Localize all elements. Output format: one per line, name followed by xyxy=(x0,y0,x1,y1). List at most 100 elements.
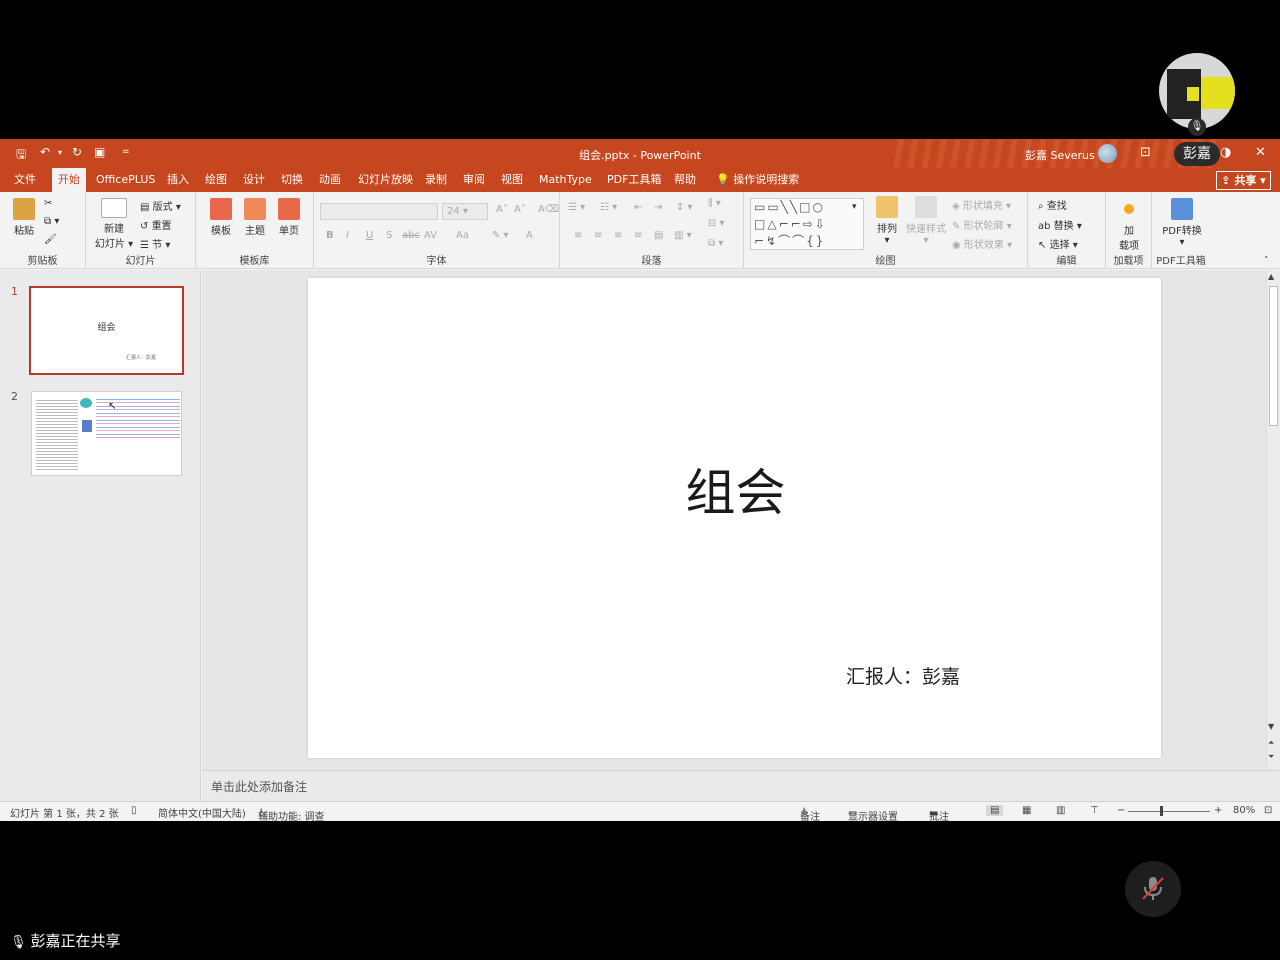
tell-me-search[interactable]: 💡 操作说明搜索 xyxy=(710,168,805,192)
tab-insert[interactable]: 插入 xyxy=(161,168,195,192)
single-page-button[interactable]: 单页 xyxy=(274,198,304,237)
text-direction-icon[interactable]: ⫼ ▾ xyxy=(708,198,721,209)
bold-button[interactable]: B xyxy=(326,230,334,241)
section-button[interactable]: ☰ 节 ▾ xyxy=(140,236,170,251)
distribute-icon[interactable]: ▤ xyxy=(654,230,663,241)
fit-to-window-icon[interactable]: ⊡ xyxy=(1264,805,1272,816)
replace-button[interactable]: ab 替换 ▾ xyxy=(1038,217,1082,232)
cut-icon[interactable]: ✂ xyxy=(44,198,52,209)
next-slide-icon[interactable]: ⏷ xyxy=(1268,752,1274,762)
tab-slideshow[interactable]: 幻灯片放映 xyxy=(352,168,419,192)
format-painter-icon[interactable]: 🖌 xyxy=(44,234,57,245)
theme-button[interactable]: 主题 xyxy=(240,198,270,237)
tab-officeplus[interactable]: OfficePLUS xyxy=(90,168,161,192)
tab-review[interactable]: 审阅 xyxy=(457,168,491,192)
strikethrough-button[interactable]: abc xyxy=(402,230,420,241)
find-button[interactable]: ⌕ 查找 xyxy=(1038,197,1067,212)
slide-thumbnail-1[interactable]: 组会 汇报人：彭嘉 xyxy=(29,286,184,375)
current-slide[interactable]: 组会 汇报人：彭嘉 xyxy=(308,278,1161,758)
char-spacing-button[interactable]: AV xyxy=(424,230,437,241)
align-left-icon[interactable]: ≡ xyxy=(574,230,582,241)
justify-icon[interactable]: ≡ xyxy=(634,230,642,241)
columns-icon[interactable]: ▥ ▾ xyxy=(674,230,692,241)
increase-font-icon[interactable]: A˄ xyxy=(496,204,508,215)
smartart-icon[interactable]: ⧉ ▾ xyxy=(708,238,723,249)
slide-subtitle[interactable]: 汇报人：彭嘉 xyxy=(846,662,960,689)
theme-icon xyxy=(244,198,266,220)
shape-outline-button[interactable]: ✎ 形状轮廓 ▾ xyxy=(952,217,1012,232)
shadow-button[interactable]: S xyxy=(386,230,392,241)
reading-view-icon[interactable]: ▥ xyxy=(1056,805,1065,816)
shapes-gallery[interactable]: ▭▭╲╲□○ □△⌐⌐⇨⇩ ⌐↯⌒⌒{} xyxy=(750,198,864,250)
slide-title[interactable]: 组会 xyxy=(308,453,1163,525)
decrease-indent-icon[interactable]: ⇤ xyxy=(634,202,642,213)
change-case-button[interactable]: Aa xyxy=(456,230,469,241)
vertical-scrollbar[interactable]: ▲ ▼ ⏶ ⏷ xyxy=(1266,270,1280,770)
bullets-icon[interactable]: ☰ ▾ xyxy=(568,202,585,213)
tab-view[interactable]: 视图 xyxy=(495,168,529,192)
line-spacing-icon[interactable]: ↕ ▾ xyxy=(676,202,693,213)
previous-slide-icon[interactable]: ⏶ xyxy=(1268,738,1274,748)
clear-format-icon[interactable]: A⌫ xyxy=(538,204,559,215)
scrollbar-thumb[interactable] xyxy=(1269,286,1278,426)
layout-button[interactable]: ▤ 版式 ▾ xyxy=(140,198,181,213)
quick-styles-button[interactable]: 快速样式 ▾ xyxy=(904,196,948,246)
pdf-convert-button[interactable]: PDF转换 ▾ xyxy=(1156,198,1208,248)
tab-help[interactable]: 帮助 xyxy=(668,168,702,192)
font-name-box[interactable] xyxy=(320,203,438,220)
collapse-ribbon-icon[interactable]: ˄ xyxy=(1264,256,1269,266)
decrease-font-icon[interactable]: A˅ xyxy=(514,204,526,215)
account-avatar[interactable] xyxy=(1098,144,1117,163)
ribbon-display-options-icon[interactable]: ⊡ xyxy=(1140,145,1151,160)
arrange-button[interactable]: 排列 ▾ xyxy=(872,196,902,246)
slide-sorter-icon[interactable]: ▦ xyxy=(1022,805,1031,816)
zoom-in-icon[interactable]: + xyxy=(1214,805,1222,816)
tab-transitions[interactable]: 切换 xyxy=(275,168,309,192)
account-name[interactable]: 彭嘉 Severus xyxy=(1025,147,1095,163)
align-right-icon[interactable]: ≡ xyxy=(614,230,622,241)
tab-draw[interactable]: 绘图 xyxy=(199,168,233,192)
notes-pane[interactable]: 单击此处添加备注 xyxy=(202,770,1280,801)
zoom-slider-knob[interactable] xyxy=(1160,806,1163,816)
tab-record[interactable]: 录制 xyxy=(419,168,453,192)
zoom-slider[interactable] xyxy=(1128,811,1210,812)
tab-file[interactable]: 文件 xyxy=(8,168,42,192)
paste-button[interactable]: 粘贴 xyxy=(8,198,40,237)
scroll-down-icon[interactable]: ▼ xyxy=(1268,722,1274,731)
align-center-icon[interactable]: ≡ xyxy=(594,230,602,241)
template-button[interactable]: 模板 xyxy=(206,198,236,237)
slide-thumbnail-2[interactable]: ↖ xyxy=(31,391,182,476)
normal-view-icon[interactable]: ▤ xyxy=(986,805,1004,816)
close-icon[interactable]: ✕ xyxy=(1255,145,1266,160)
highlight-icon[interactable]: ✎ ▾ xyxy=(492,230,509,241)
slideshow-view-icon[interactable]: ⊤ xyxy=(1090,805,1099,816)
addins-button[interactable]: 加 载项 xyxy=(1114,198,1144,252)
gallery-more-icon[interactable]: ▾ xyxy=(852,202,857,212)
zoom-out-icon[interactable]: − xyxy=(1117,805,1125,816)
increase-indent-icon[interactable]: ⇥ xyxy=(654,202,662,213)
shape-effect-button[interactable]: ◉ 形状效果 ▾ xyxy=(952,236,1012,251)
underline-button[interactable]: U xyxy=(366,230,373,241)
italic-button[interactable]: I xyxy=(346,230,349,241)
tab-pdf-toolbox[interactable]: PDF工具箱 xyxy=(601,168,667,192)
reset-button[interactable]: ↺ 重置 xyxy=(140,217,172,232)
select-button[interactable]: ↖ 选择 ▾ xyxy=(1038,236,1078,251)
font-size-box[interactable]: 24 ▾ xyxy=(442,203,488,220)
tab-home[interactable]: 开始 xyxy=(52,168,86,192)
spell-check-icon[interactable]: ▯ xyxy=(131,805,137,816)
tab-animations[interactable]: 动画 xyxy=(313,168,347,192)
shape-fill-button[interactable]: ◈ 形状填充 ▾ xyxy=(952,197,1011,212)
new-slide-button[interactable]: 新建 幻灯片 ▾ xyxy=(92,198,136,250)
mute-microphone-button[interactable] xyxy=(1125,861,1181,917)
copy-icon[interactable]: ⧉ ▾ xyxy=(44,216,59,227)
language-indicator[interactable]: 简体中文(中国大陆) xyxy=(158,805,246,820)
tab-mathtype[interactable]: MathType xyxy=(533,168,598,192)
tab-design[interactable]: 设计 xyxy=(237,168,271,192)
font-color-button[interactable]: A xyxy=(526,230,533,241)
align-text-icon[interactable]: ⊟ ▾ xyxy=(708,218,725,229)
zoom-level[interactable]: 80% xyxy=(1233,805,1255,816)
numbering-icon[interactable]: ☷ ▾ xyxy=(600,202,617,213)
maximize-icon[interactable]: ◑ xyxy=(1220,145,1231,160)
scroll-up-icon[interactable]: ▲ xyxy=(1268,272,1274,281)
share-button[interactable]: ⇪ 共享 ▾ xyxy=(1216,171,1271,190)
